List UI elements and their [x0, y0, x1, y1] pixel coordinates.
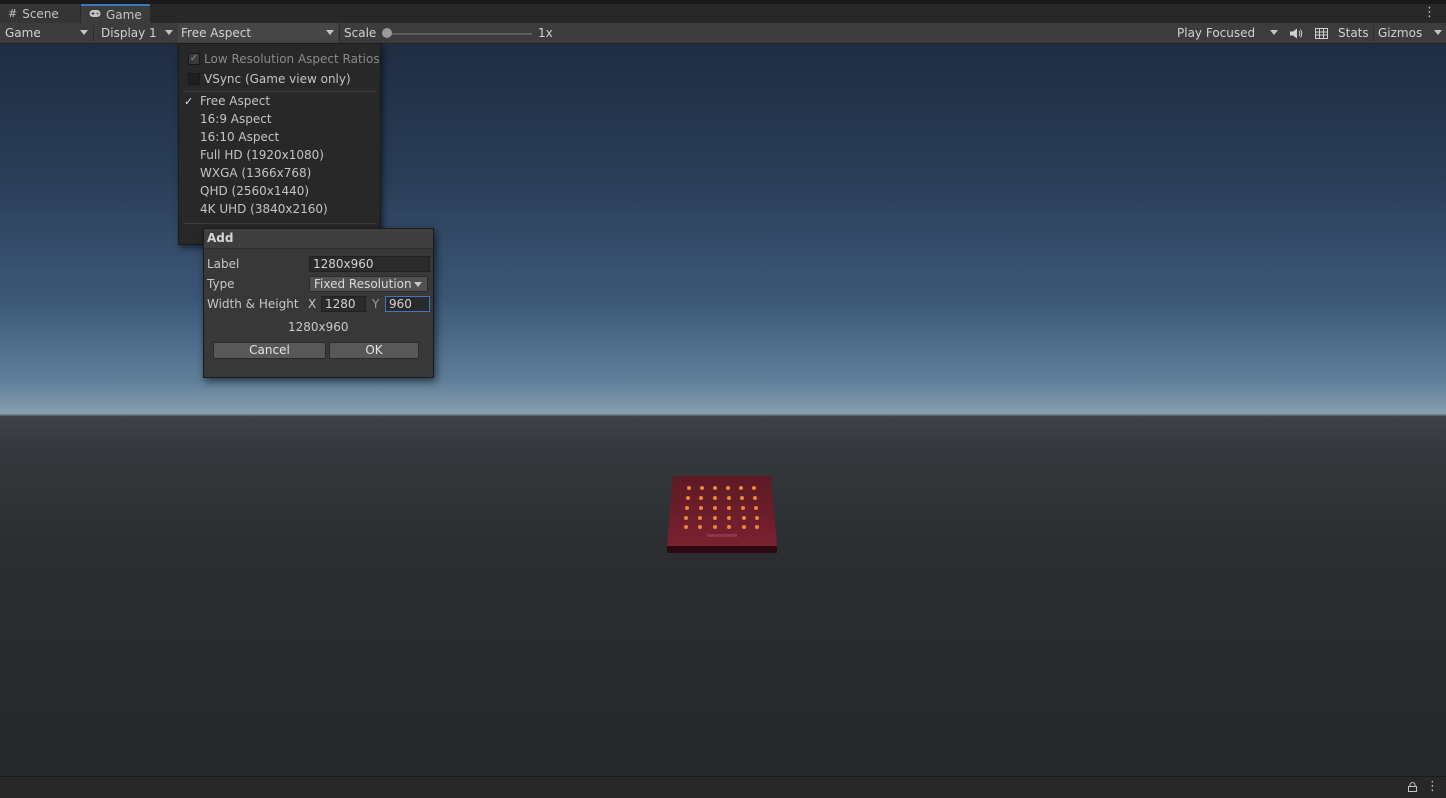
grid-icon: # [8, 7, 18, 20]
toolbar-divider [339, 25, 340, 41]
speaker-icon [1289, 28, 1302, 38]
aspect-item-16-10[interactable]: 16:10 Aspect [179, 128, 380, 146]
y-caption: Y [372, 297, 380, 311]
aspect-item-wxga[interactable]: WXGA (1366x768) [179, 164, 380, 182]
low-res-aspect-toggle[interactable]: ✓ Low Resolution Aspect Ratios [179, 50, 380, 68]
tab-game-label: Game [106, 7, 142, 22]
type-select-value: Fixed Resolution [314, 277, 412, 291]
chevron-down-icon [80, 30, 88, 35]
size-caption: Width & Height [207, 297, 299, 311]
low-res-label: Low Resolution Aspect Ratios [204, 52, 380, 66]
label-caption: Label [207, 257, 240, 271]
scale-slider-handle[interactable] [382, 28, 392, 38]
menu-divider [183, 223, 376, 224]
x-caption: X [308, 297, 317, 311]
view-select-value: Game [5, 26, 41, 40]
checkmark-icon: ✓ [184, 94, 194, 108]
stats-label: Stats [1338, 26, 1369, 40]
aspect-select[interactable]: Free Aspect [178, 23, 338, 43]
ok-button[interactable]: OK [329, 342, 419, 359]
scale-value: 1x [538, 26, 553, 40]
chevron-down-icon [326, 30, 334, 35]
checkbox-checked-icon[interactable]: ✓ [188, 53, 200, 65]
aspect-item-label: 16:9 Aspect [200, 112, 272, 126]
scale-slider-track[interactable] [386, 33, 532, 35]
aspect-item-4k-uhd[interactable]: 4K UHD (3840x2160) [179, 200, 380, 218]
tab-bar: # Scene Game ⋮ [0, 4, 1446, 23]
gamepad-icon [89, 8, 101, 21]
game-toolbar: Game Display 1 Free Aspect Scale 1x Play… [0, 23, 1446, 44]
mute-audio-button[interactable] [1285, 23, 1307, 43]
scale-label: Scale [344, 26, 377, 40]
aspect-select-value: Free Aspect [181, 26, 252, 40]
vsync-label: VSync (Game view only) [204, 72, 351, 86]
tab-scene[interactable]: # Scene [0, 4, 80, 23]
height-input[interactable]: 960 [385, 296, 430, 312]
play-mode-select[interactable]: Play Focused [1174, 23, 1282, 43]
play-mode-value: Play Focused [1177, 26, 1256, 40]
chevron-down-icon [1434, 30, 1442, 35]
aspect-item-label: Full HD (1920x1080) [200, 148, 324, 162]
grid-table-icon [1314, 27, 1328, 39]
display-select[interactable]: Display 1 [95, 23, 177, 43]
chevron-down-icon [1270, 30, 1278, 35]
aspect-item-label: QHD (2560x1440) [200, 184, 310, 198]
gizmos-button[interactable]: Gizmos [1375, 23, 1446, 43]
dialog-title-bar: Add [204, 229, 433, 249]
checkbox-unchecked-icon[interactable] [188, 73, 200, 85]
display-select-value: Display 1 [101, 26, 157, 40]
aspect-item-full-hd[interactable]: Full HD (1920x1080) [179, 146, 380, 164]
aspect-item-label: 16:10 Aspect [200, 130, 280, 144]
toolbar-divider [93, 25, 94, 41]
aspect-item-label: WXGA (1366x768) [200, 166, 312, 180]
tab-options-icon[interactable]: ⋮ [1423, 6, 1436, 20]
tab-scene-label: Scene [22, 6, 59, 21]
aspect-item-16-9[interactable]: 16:9 Aspect [179, 110, 380, 128]
cancel-button[interactable]: Cancel [213, 342, 326, 359]
vsync-toggle[interactable]: VSync (Game view only) [179, 70, 380, 88]
add-resolution-dialog: Add Label 1280x960 Type Fixed Resolution… [203, 228, 434, 378]
aspect-item-free[interactable]: ✓ Free Aspect [179, 92, 380, 110]
width-input[interactable]: 1280 [321, 296, 366, 312]
gizmos-label: Gizmos [1378, 26, 1423, 40]
label-input[interactable]: 1280x960 [309, 256, 430, 272]
aspect-dropdown-menu: ✓ Low Resolution Aspect Ratios VSync (Ga… [178, 43, 381, 245]
stats-grid-button[interactable] [1310, 23, 1332, 43]
chevron-down-icon [414, 282, 422, 287]
chevron-down-icon [165, 30, 173, 35]
view-select[interactable]: Game [0, 23, 92, 43]
aspect-item-label: Free Aspect [200, 94, 271, 108]
dialog-title: Add [207, 231, 234, 245]
game-board-object [667, 476, 777, 553]
lock-icon[interactable] [1408, 782, 1417, 792]
stats-button[interactable]: Stats [1338, 23, 1369, 43]
toolbar-divider [1373, 25, 1374, 41]
type-select[interactable]: Fixed Resolution [309, 276, 428, 292]
aspect-item-label: 4K UHD (3840x2160) [200, 202, 328, 216]
tab-game[interactable]: Game [81, 4, 150, 23]
type-caption: Type [207, 277, 235, 291]
status-bar: ⋮ [0, 776, 1446, 798]
aspect-item-qhd[interactable]: QHD (2560x1440) [179, 182, 380, 200]
resolution-preview: 1280x960 [288, 320, 349, 334]
status-options-icon[interactable]: ⋮ [1426, 779, 1439, 794]
